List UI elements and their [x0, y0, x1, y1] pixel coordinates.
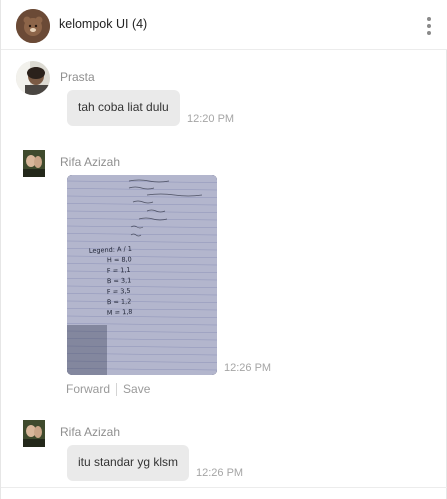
message-bubble[interactable]: itu standar yg klsm — [67, 445, 190, 481]
handwritten-line: B = 1,2 — [107, 297, 132, 306]
message-time: 12:26 PM — [196, 467, 244, 479]
chat-window: kelompok UI (4) Prasta tah coba liat dul… — [0, 0, 447, 499]
photo-actions: Forward Save — [66, 382, 150, 397]
handwritten-line: F = 1,1 — [107, 266, 131, 275]
save-button[interactable]: Save — [123, 382, 150, 396]
notebook-photo: Legend: A / 1H = 8,0F = 1,1B = 3,1F = 3,… — [67, 175, 217, 375]
sender-name: Rifa Azizah — [60, 425, 121, 439]
avatar[interactable] — [16, 61, 50, 95]
group-avatar[interactable] — [16, 9, 50, 43]
sender-name: Rifa Azizah — [60, 155, 121, 169]
handwritten-line: B = 3,1 — [107, 276, 132, 285]
sender-name: Prasta — [60, 70, 95, 84]
more-vertical-icon[interactable] — [422, 14, 436, 38]
handwritten-line: H = 8,0 — [107, 255, 132, 264]
message-bubble[interactable]: tah coba liat dulu — [67, 90, 180, 126]
divider — [1, 487, 447, 488]
photo-attachment[interactable]: Legend: A / 1H = 8,0 F = 1,1 B = 3,1 F = 3,… — [67, 175, 217, 375]
handwritten-line: F = 3,5 — [107, 287, 131, 296]
handwritten-line: M = 1,8 — [107, 308, 133, 317]
avatar[interactable] — [23, 420, 45, 447]
message-time: 12:20 PM — [187, 113, 235, 125]
avatar[interactable] — [23, 150, 45, 177]
chat-header: kelompok UI (4) — [1, 0, 447, 50]
forward-button[interactable]: Forward — [66, 382, 110, 396]
message-time: 12:26 PM — [224, 362, 272, 374]
divider — [116, 383, 118, 397]
chat-title: kelompok UI (4) — [59, 17, 148, 31]
